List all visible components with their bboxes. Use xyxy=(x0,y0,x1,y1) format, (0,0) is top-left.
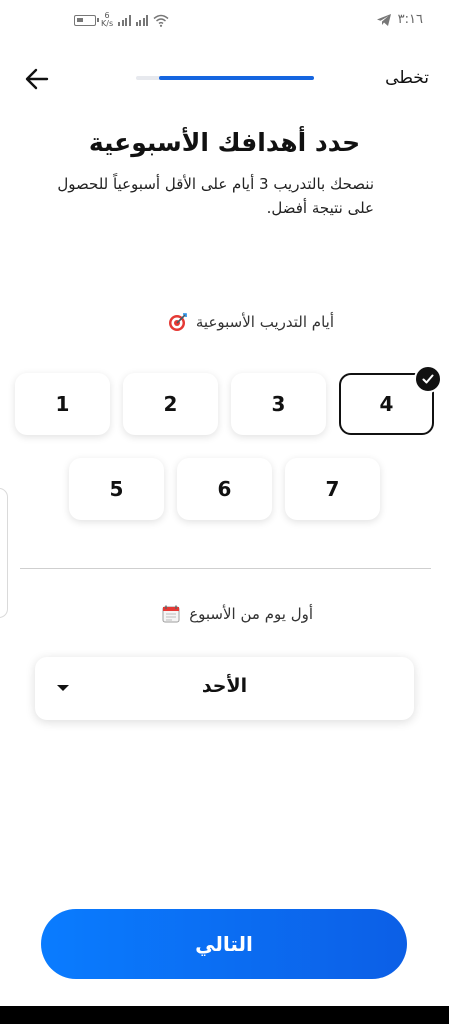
wifi-icon xyxy=(153,14,169,27)
first-day-label-row: أول يوم من الأسبوع xyxy=(161,604,313,624)
progress-bar xyxy=(136,76,314,80)
clock: ٣:١٦ xyxy=(397,12,423,27)
back-button[interactable] xyxy=(22,64,52,94)
skip-button[interactable]: تخطى xyxy=(385,68,429,88)
day-option-label: 3 xyxy=(271,392,286,416)
arrow-left-icon xyxy=(25,68,49,90)
page-title: حدد أهدافك الأسبوعية xyxy=(88,128,361,157)
day-option-1[interactable]: 1 xyxy=(15,373,110,435)
day-option-6[interactable]: 6 xyxy=(177,458,272,520)
training-days-label: أيام التدريب الأسبوعية xyxy=(195,313,334,331)
day-option-label: 5 xyxy=(109,477,124,501)
signal-icon xyxy=(118,14,131,26)
first-day-selected-value: الأحد xyxy=(201,675,248,697)
side-edge-handle[interactable] xyxy=(0,488,8,618)
status-bar: 6 K/s ٣:١٦ xyxy=(0,0,449,44)
day-option-2[interactable]: 2 xyxy=(123,373,218,435)
telegram-icon xyxy=(376,13,391,26)
next-button[interactable]: التالي xyxy=(41,909,407,979)
day-option-label: 1 xyxy=(55,392,70,416)
status-right: ٣:١٦ xyxy=(376,12,423,27)
day-option-5[interactable]: 5 xyxy=(69,458,164,520)
divider xyxy=(20,568,431,569)
calendar-icon xyxy=(162,605,180,623)
day-option-label: 7 xyxy=(325,477,340,501)
day-option-label: 6 xyxy=(217,477,232,501)
first-day-label: أول يوم من الأسبوع xyxy=(189,605,313,623)
network-speed: 6 K/s xyxy=(101,12,113,28)
day-option-4[interactable]: 4 xyxy=(339,365,442,435)
day-option-7[interactable]: 7 xyxy=(285,458,380,520)
target-icon xyxy=(168,313,187,331)
day-option-3[interactable]: 3 xyxy=(231,373,326,435)
network-speed-unit: K/s xyxy=(101,19,114,28)
checkmark-icon xyxy=(414,365,442,393)
status-icons: 6 K/s xyxy=(74,12,169,28)
system-nav-bar xyxy=(0,1006,449,1024)
training-days-label-row: أيام التدريب الأسبوعية xyxy=(168,312,334,332)
progress-fill xyxy=(159,76,314,80)
next-button-label: التالي xyxy=(195,932,253,956)
page-subtitle: ننصحك بالتدريب 3 أيام على الأقل أسبوعياً… xyxy=(57,175,374,217)
day-option-label: 4 xyxy=(379,392,394,416)
top-bar: تخطى xyxy=(0,56,449,104)
signal-icon-2 xyxy=(135,14,149,26)
battery-icon xyxy=(74,14,99,26)
day-option-label: 2 xyxy=(163,392,178,416)
first-day-dropdown[interactable]: الأحد xyxy=(35,657,414,720)
